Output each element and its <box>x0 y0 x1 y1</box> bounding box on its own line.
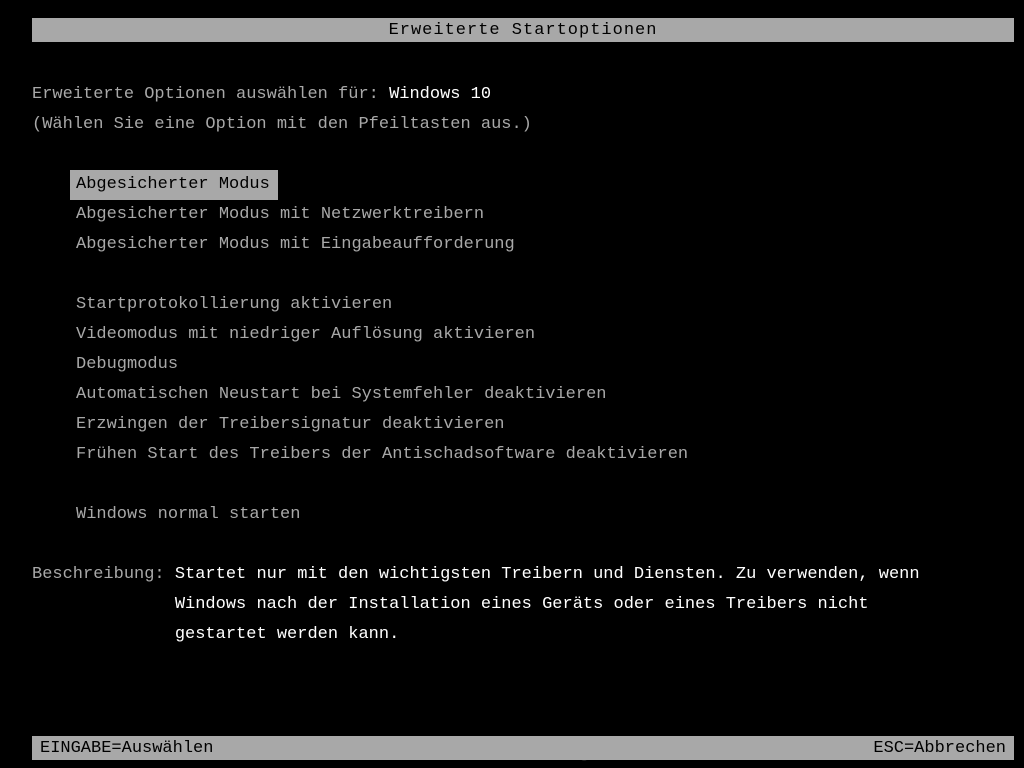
option-spacer <box>70 260 1004 290</box>
footer-bar: EINGABE=Auswählen ESC=Abbrechen <box>32 736 1014 760</box>
instruction-hint: (Wählen Sie eine Option mit den Pfeiltas… <box>32 110 1004 140</box>
option-start-normal[interactable]: Windows normal starten <box>70 500 308 530</box>
title-text: Erweiterte Startoptionen <box>389 21 658 40</box>
option-safe-mode-cmd[interactable]: Abgesicherter Modus mit Eingabeaufforder… <box>70 230 523 260</box>
boot-menu-screen: Erweiterte Startoptionen Erweiterte Opti… <box>0 0 1024 768</box>
select-prefix: Erweiterte Optionen auswählen für: <box>32 85 389 104</box>
option-debug-mode[interactable]: Debugmodus <box>70 350 186 380</box>
select-for-line: Erweiterte Optionen auswählen für: Windo… <box>32 80 1004 110</box>
option-disable-auto-restart[interactable]: Automatischen Neustart bei Systemfehler … <box>70 380 615 410</box>
options-list: Abgesicherter Modus Abgesicherter Modus … <box>70 170 1004 530</box>
option-boot-logging[interactable]: Startprotokollierung aktivieren <box>70 290 400 320</box>
content-area: Erweiterte Optionen auswählen für: Windo… <box>32 80 1004 650</box>
footer-esc: ESC=Abbrechen <box>873 739 1006 758</box>
option-disable-driver-sig[interactable]: Erzwingen der Treibersignatur deaktivier… <box>70 410 512 440</box>
footer-enter: EINGABE=Auswählen <box>40 739 213 758</box>
description-block: Beschreibung: Startet nur mit den wichti… <box>32 560 1004 650</box>
description-label: Beschreibung: <box>32 560 175 650</box>
option-safe-mode-networking[interactable]: Abgesicherter Modus mit Netzwerktreibern <box>70 200 492 230</box>
option-safe-mode[interactable]: Abgesicherter Modus <box>70 170 278 200</box>
option-low-res-video[interactable]: Videomodus mit niedriger Auflösung aktiv… <box>70 320 543 350</box>
description-text: Startet nur mit den wichtigsten Treibern… <box>175 560 935 650</box>
option-disable-early-antimalware[interactable]: Frühen Start des Treibers der Antischads… <box>70 440 696 470</box>
os-name: Windows 10 <box>389 85 491 104</box>
title-bar: Erweiterte Startoptionen <box>32 18 1014 42</box>
option-spacer <box>70 470 1004 500</box>
